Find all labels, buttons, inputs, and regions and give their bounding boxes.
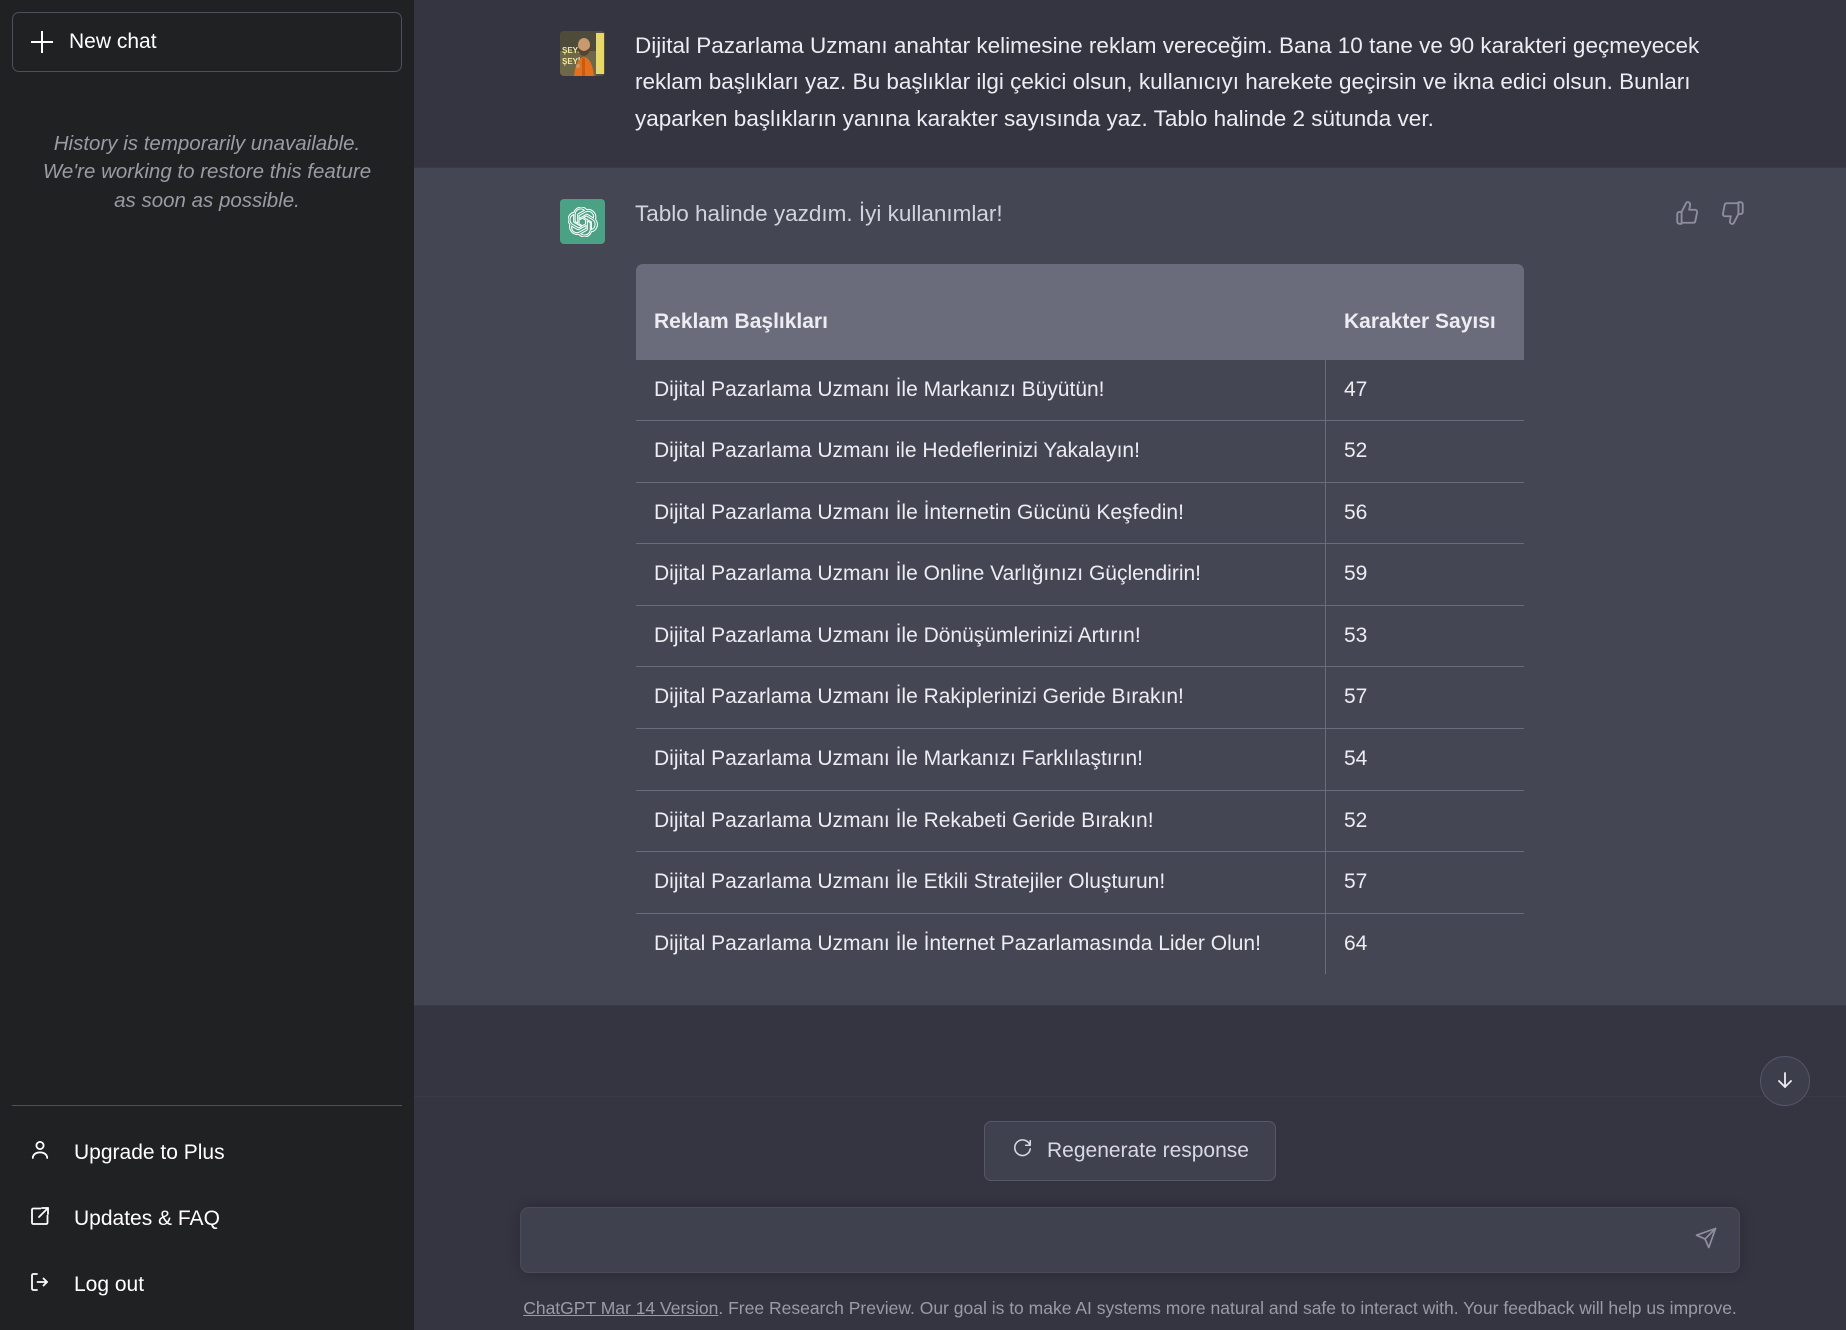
main-panel: ŞEYİ ŞEYİ Dijital Pazarlama Uzmanı anaht…: [414, 0, 1846, 1330]
sidebar-item-label: Log out: [74, 1273, 145, 1296]
column-header-reklam-basliklari: Reklam Başlıkları: [636, 263, 1326, 360]
sidebar-item-updates-and-faq[interactable]: Updates & FAQ: [12, 1186, 402, 1252]
prompt-input[interactable]: [543, 1227, 1675, 1252]
user-message-body: Dijital Pazarlama Uzmanı anahtar kelimes…: [635, 28, 1700, 137]
assistant-message-row: Tablo halinde yazdım. İyi kullanımlar! R…: [414, 167, 1846, 1007]
cell-reklam-basligi: Dijital Pazarlama Uzmanı İle Rakiplerini…: [636, 666, 1326, 730]
table-body: Dijital Pazarlama Uzmanı İle Markanızı B…: [636, 358, 1524, 975]
cell-karakter-sayisi: 59: [1325, 543, 1524, 606]
user-message-row: ŞEYİ ŞEYİ Dijital Pazarlama Uzmanı anaht…: [414, 0, 1846, 168]
table-row: Dijital Pazarlama Uzmanı İle Rakiplerini…: [636, 666, 1524, 730]
table-row: Dijital Pazarlama Uzmanı İle Online Varl…: [636, 543, 1524, 606]
cell-karakter-sayisi: 57: [1325, 851, 1524, 914]
column-header-karakter-sayisi: Karakter Sayısı: [1325, 263, 1524, 360]
footer-disclaimer: ChatGPT Mar 14 Version. Free Research Pr…: [430, 1295, 1830, 1322]
plus-icon: [31, 31, 53, 53]
send-button[interactable]: [1686, 1220, 1726, 1260]
cell-reklam-basligi: Dijital Pazarlama Uzmanı İle Etkili Stra…: [636, 851, 1326, 914]
cell-reklam-basligi: Dijital Pazarlama Uzmanı İle Dönüşümleri…: [636, 604, 1326, 668]
cell-reklam-basligi: Dijital Pazarlama Uzmanı İle İnternet Pa…: [636, 912, 1326, 975]
refresh-icon: [1011, 1137, 1033, 1165]
regenerate-row: Regenerate response: [414, 1097, 1846, 1181]
cell-karakter-sayisi: 56: [1325, 481, 1524, 545]
cell-reklam-basligi: Dijital Pazarlama Uzmanı İle Markanızı F…: [636, 728, 1326, 791]
sidebar-item-label: Upgrade to Plus: [74, 1141, 225, 1164]
sidebar-item-label: Updates & FAQ: [74, 1207, 220, 1230]
table-row: Dijital Pazarlama Uzmanı ile Hedeflerini…: [636, 420, 1524, 483]
sidebar-item-log-out[interactable]: Log out: [12, 1252, 402, 1318]
history-unavailable-note: History is temporarily unavailable. We'r…: [42, 132, 372, 212]
regenerate-response-label: Regenerate response: [1047, 1138, 1249, 1162]
sidebar-item-upgrade-to-plus[interactable]: Upgrade to Plus: [12, 1120, 402, 1186]
table-row: Dijital Pazarlama Uzmanı İle Rekabeti Ge…: [636, 789, 1524, 853]
disclaimer-text: . Free Research Preview. Our goal is to …: [718, 1297, 1737, 1318]
regenerate-response-button[interactable]: Regenerate response: [984, 1120, 1276, 1181]
table-row: Dijital Pazarlama Uzmanı İle İnternet Pa…: [636, 912, 1524, 975]
composer-area: Regenerate response ChatGPT Mar 14 Versi…: [414, 1056, 1846, 1330]
cell-reklam-basligi: Dijital Pazarlama Uzmanı İle Markanızı B…: [636, 358, 1326, 422]
conversation-thread: ŞEYİ ŞEYİ Dijital Pazarlama Uzmanı anaht…: [414, 0, 1846, 1096]
table-row: Dijital Pazarlama Uzmanı İle İnternetin …: [636, 481, 1524, 545]
table-row: Dijital Pazarlama Uzmanı İle Etkili Stra…: [636, 851, 1524, 914]
user-message-inner: ŞEYİ ŞEYİ Dijital Pazarlama Uzmanı anaht…: [560, 0, 1700, 167]
version-link[interactable]: ChatGPT Mar 14 Version: [523, 1298, 718, 1318]
svg-text:ŞEYİ: ŞEYİ: [562, 46, 580, 55]
table-row: Dijital Pazarlama Uzmanı İle Dönüşümleri…: [636, 604, 1524, 668]
cell-reklam-basligi: Dijital Pazarlama Uzmanı İle Online Varl…: [636, 543, 1326, 606]
table-row: Dijital Pazarlama Uzmanı İle Markanızı F…: [636, 728, 1524, 791]
cell-karakter-sayisi: 54: [1325, 728, 1524, 791]
cell-karakter-sayisi: 64: [1325, 912, 1524, 975]
chatgpt-app: New chat History is temporarily unavaila…: [0, 0, 1846, 1330]
ad-headlines-table: Reklam Başlıkları Karakter Sayısı Dijita…: [635, 262, 1525, 976]
sidebar: New chat History is temporarily unavaila…: [0, 0, 414, 1330]
sidebar-bottom-nav: Upgrade to Plus Updates & FAQ Log out: [12, 1105, 402, 1318]
assistant-message-body: Tablo halinde yazdım. İyi kullanımlar! R…: [635, 196, 1700, 976]
cell-karakter-sayisi: 57: [1325, 666, 1524, 730]
thumbs-down-icon[interactable]: [1718, 198, 1748, 228]
cell-karakter-sayisi: 52: [1325, 789, 1524, 853]
cell-karakter-sayisi: 53: [1325, 604, 1524, 668]
person-icon: [28, 1138, 52, 1168]
cell-karakter-sayisi: 52: [1325, 420, 1524, 483]
user-message-text: Dijital Pazarlama Uzmanı anahtar kelimes…: [635, 33, 1700, 131]
user-photo-avatar: ŞEYİ ŞEYİ: [560, 31, 605, 76]
cell-reklam-basligi: Dijital Pazarlama Uzmanı İle Rekabeti Ge…: [636, 789, 1326, 853]
assistant-message-text: Tablo halinde yazdım. İyi kullanımlar!: [635, 201, 1003, 227]
scroll-to-bottom-button[interactable]: [1760, 1056, 1810, 1106]
prompt-input-wrap: [520, 1206, 1740, 1273]
arrow-down-icon: [1773, 1068, 1797, 1095]
logout-icon: [28, 1270, 52, 1300]
cell-reklam-basligi: Dijital Pazarlama Uzmanı İle İnternetin …: [636, 481, 1326, 545]
cell-reklam-basligi: Dijital Pazarlama Uzmanı ile Hedeflerini…: [636, 420, 1326, 483]
openai-logo-icon: [560, 199, 605, 245]
assistant-message-inner: Tablo halinde yazdım. İyi kullanımlar! R…: [560, 168, 1744, 1005]
new-chat-label: New chat: [69, 30, 157, 53]
thumbs-up-icon[interactable]: [1672, 198, 1702, 228]
table-row: Dijital Pazarlama Uzmanı İle Markanızı B…: [636, 358, 1524, 422]
new-chat-button[interactable]: New chat: [12, 12, 402, 72]
prompt-input-box[interactable]: [520, 1206, 1740, 1273]
message-feedback-actions: [1672, 198, 1748, 228]
table-header-row: Reklam Başlıkları Karakter Sayısı: [636, 263, 1524, 360]
external-link-icon: [28, 1204, 52, 1234]
send-plane-icon: [1694, 1226, 1718, 1253]
cell-karakter-sayisi: 47: [1325, 358, 1524, 422]
table-head: Reklam Başlıkları Karakter Sayısı: [636, 263, 1524, 360]
